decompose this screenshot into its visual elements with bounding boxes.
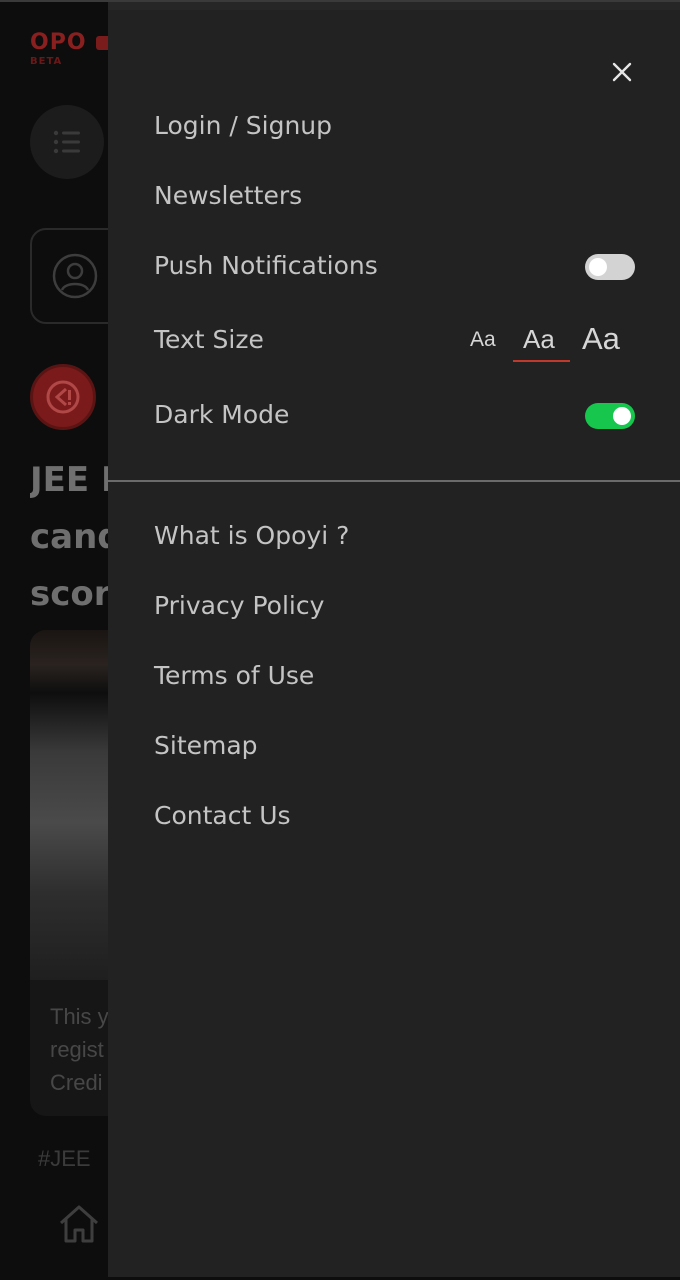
- close-icon: [612, 62, 632, 82]
- drawer-top-edge: [108, 0, 680, 10]
- terms-of-use-link[interactable]: Terms of Use: [154, 661, 314, 691]
- article-headline[interactable]: JEE M cand scor: [30, 452, 120, 623]
- logo-text: OPO: [30, 30, 87, 55]
- headline-line: cand: [30, 517, 120, 557]
- toggle-knob: [589, 258, 607, 276]
- headline-line: scor: [30, 574, 111, 614]
- side-drawer: Login / Signup Newsletters Push Notifica…: [108, 0, 680, 1277]
- home-icon: [60, 1205, 98, 1243]
- headline-line: JEE M: [30, 460, 120, 500]
- megaphone-icon: [46, 380, 80, 414]
- text-size-large-option[interactable]: Aa: [582, 323, 620, 354]
- privacy-policy-link[interactable]: Privacy Policy: [154, 591, 324, 621]
- text-size-selected-indicator: [513, 360, 570, 362]
- site-logo[interactable]: OPO BETA: [30, 30, 87, 68]
- article-summary: This y regist Credi: [30, 980, 120, 1116]
- article-tag[interactable]: #JEE: [38, 1146, 91, 1172]
- what-is-opoyi-link[interactable]: What is Opoyi ?: [154, 521, 349, 551]
- logo-beta-label: BETA: [30, 56, 63, 67]
- push-notifications-label: Push Notifications: [154, 251, 378, 280]
- push-notifications-toggle[interactable]: [585, 254, 635, 280]
- alert-badge-icon[interactable]: [30, 364, 96, 430]
- article-image[interactable]: [30, 630, 120, 980]
- list-icon: [53, 130, 80, 154]
- dark-mode-toggle[interactable]: [585, 403, 635, 429]
- text-size-small-option[interactable]: Aa: [470, 329, 496, 350]
- newsletters-link[interactable]: Newsletters: [154, 181, 302, 211]
- sitemap-link[interactable]: Sitemap: [154, 731, 258, 761]
- drawer-divider: [108, 480, 680, 482]
- dark-mode-label: Dark Mode: [154, 400, 290, 429]
- home-nav-button[interactable]: [58, 1204, 100, 1248]
- text-size-medium-option[interactable]: Aa: [523, 326, 555, 352]
- toggle-knob: [613, 407, 631, 425]
- contact-us-link[interactable]: Contact Us: [154, 801, 291, 831]
- hamburger-menu-button[interactable]: [30, 105, 104, 179]
- user-icon: [52, 253, 98, 299]
- text-size-label: Text Size: [154, 325, 264, 354]
- close-drawer-button[interactable]: [608, 58, 636, 86]
- login-signup-link[interactable]: Login / Signup: [154, 111, 332, 141]
